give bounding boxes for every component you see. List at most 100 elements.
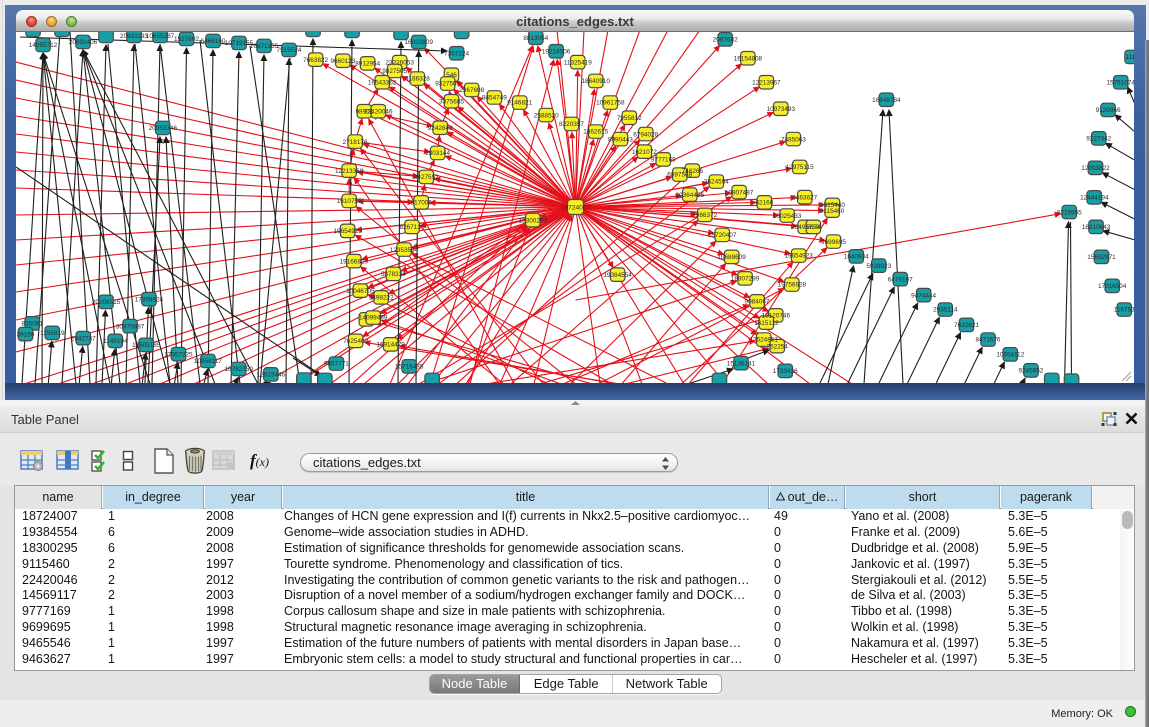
svg-text:9146821: 9146821 [507,100,532,107]
svg-text:10025433: 10025433 [773,213,802,220]
svg-text:9660123: 9660123 [330,58,355,65]
svg-text:15751074: 15751074 [1106,79,1134,86]
svg-text:1362615: 1362615 [583,129,608,136]
svg-text:2367608: 2367608 [459,87,484,94]
svg-text:16210643: 16210643 [1082,224,1111,231]
svg-text:12353594: 12353594 [390,247,419,254]
svg-text:17016504: 17016504 [1098,283,1127,290]
svg-text:8454749: 8454749 [482,95,507,102]
svg-text:16782759: 16782759 [224,366,253,373]
svg-text:20931193: 20931193 [120,33,148,40]
svg-text:15692971: 15692971 [1087,254,1116,261]
svg-text:8990443: 8990443 [608,136,633,143]
svg-text:10961758: 10961758 [596,100,625,107]
svg-text:8427552: 8427552 [414,174,439,181]
svg-text:20691406: 20691406 [69,39,98,46]
svg-text:30975887: 30975887 [116,323,145,330]
svg-text:8186328: 8186328 [405,76,430,83]
svg-text:1615112: 1615112 [754,320,779,327]
svg-text:9227342: 9227342 [1086,136,1111,143]
svg-text:8912954: 8912954 [355,61,380,68]
svg-text:546: 546 [446,72,457,79]
svg-text:17359924: 17359924 [135,296,164,303]
svg-text:1112: 1112 [1125,54,1134,61]
svg-text:7955812: 7955812 [617,115,642,122]
svg-text:16648784: 16648784 [872,97,901,104]
svg-text:12444194: 12444194 [1080,195,1109,202]
svg-text:835061: 835061 [22,321,44,328]
svg-text:9474444: 9474444 [911,292,936,299]
svg-text:7632621: 7632621 [954,322,979,329]
svg-text:5498222: 5498222 [369,295,394,302]
svg-text:10807487: 10807487 [725,189,754,196]
svg-text:6794028: 6794028 [633,131,658,138]
svg-text:20053346: 20053346 [149,125,178,132]
svg-text:9242848: 9242848 [428,125,453,132]
svg-text:18807299: 18807299 [731,276,760,283]
svg-text:15720407: 15720407 [708,232,737,239]
svg-text:2718176: 2718176 [343,139,368,146]
svg-text:19166829: 19166829 [340,258,369,265]
svg-text:15300203: 15300203 [519,217,548,224]
svg-text:9084067: 9084067 [745,299,770,306]
svg-text:1156819: 1156819 [40,330,65,337]
svg-text:15136141: 15136141 [727,360,756,367]
svg-text:5878334: 5878334 [381,271,406,278]
svg-text:9657771: 9657771 [324,361,349,368]
svg-text:12975115: 12975115 [786,164,814,171]
svg-text:3375685: 3375685 [439,98,464,105]
svg-text:1145194: 1145194 [103,338,128,345]
svg-text:10120746: 10120746 [762,313,791,320]
svg-text:18640910: 18640910 [581,78,610,85]
svg-text:8215955: 8215955 [1057,209,1082,216]
svg-text:7485063: 7485063 [781,136,806,143]
svg-text:19654923: 19654923 [333,228,362,235]
svg-text:2087682: 2087682 [713,37,738,44]
svg-text:1610755: 1610755 [337,198,362,205]
svg-text:10655287: 10655287 [146,33,175,40]
svg-text:16154808: 16154808 [734,56,763,63]
svg-text:6897568: 6897568 [667,172,692,179]
svg-text:2588520: 2588520 [534,112,559,119]
svg-text:12213369: 12213369 [335,168,364,175]
svg-text:817006: 817006 [411,200,433,207]
svg-text:9777169: 9777169 [651,157,676,164]
svg-text:10688609: 10688609 [717,254,746,261]
svg-text:2803144: 2803144 [425,150,450,157]
svg-text:15716485: 15716485 [395,364,424,371]
svg-text:9674: 9674 [806,224,821,231]
svg-text:2935114: 2935114 [933,307,958,314]
svg-text:5938923: 5938923 [866,263,891,270]
svg-text:9699695: 9699695 [821,239,846,246]
svg-text:16543362: 16543362 [368,80,397,87]
svg-text:7986372: 7986372 [692,212,717,219]
svg-text:12923446: 12923446 [257,372,286,379]
svg-text:19654923: 19654923 [784,253,813,260]
svg-text:1621072: 1621072 [632,149,657,156]
svg-text:10973493: 10973493 [767,106,796,113]
svg-text:18724007: 18724007 [561,204,591,211]
svg-text:17957225: 17957225 [164,351,193,358]
svg-text:7357224: 7357224 [444,51,469,58]
svg-text:16914479: 16914479 [376,342,405,349]
svg-text:6479197: 6479197 [888,276,913,283]
svg-text:8813054: 8813054 [523,35,548,42]
svg-text:16671355: 16671355 [250,43,279,50]
svg-text:14099489: 14099489 [359,315,388,322]
svg-text:9245652: 9245652 [1018,368,1043,375]
svg-text:8220357: 8220357 [559,121,584,128]
svg-text:2942737: 2942737 [71,335,96,342]
svg-text:10958117: 10958117 [194,358,222,365]
svg-text:1527602: 1527602 [174,36,199,43]
svg-text:11325419: 11325419 [564,59,592,66]
svg-text:19756928: 19756928 [778,282,807,289]
svg-text:19384554: 19384554 [603,272,632,279]
svg-text:23420046: 23420046 [364,109,393,116]
svg-text:8267130: 8267130 [400,224,425,231]
svg-text:12505185: 12505185 [132,342,161,349]
svg-text:14055712: 14055712 [29,42,58,49]
svg-text:12093822: 12093822 [1081,165,1110,172]
svg-text:12213967: 12213967 [752,80,781,87]
svg-text:19218506: 19218506 [542,48,571,55]
svg-text:9129966: 9129966 [1096,107,1121,114]
